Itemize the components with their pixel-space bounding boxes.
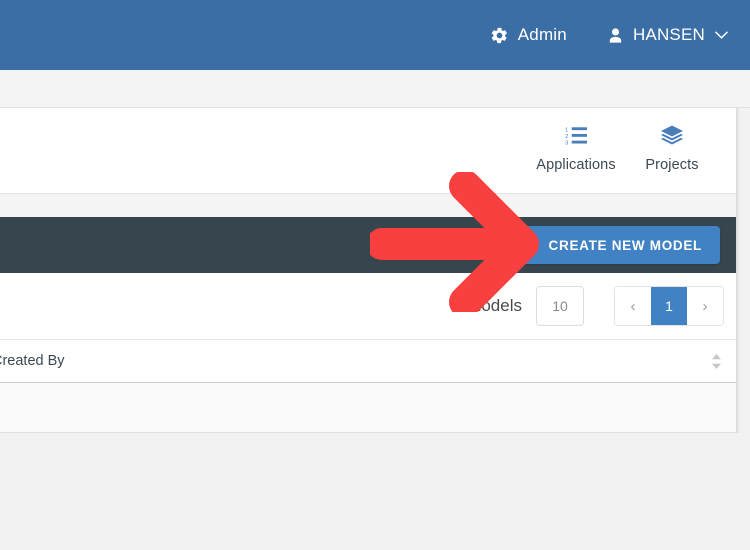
create-new-model-button[interactable]: + CREATE NEW MODEL: [509, 226, 720, 264]
svg-text:1: 1: [565, 127, 568, 133]
svg-text:3: 3: [565, 140, 569, 145]
model-count-label: 0 models: [453, 296, 522, 315]
create-new-model-label: CREATE NEW MODEL: [548, 237, 702, 253]
plus-icon: +: [524, 232, 538, 256]
user-name-label: HANSEN: [632, 25, 705, 44]
page-size-value: 10: [552, 298, 568, 314]
pagination-page-1-label: 1: [665, 298, 673, 314]
action-toolbar: + CREATE NEW MODEL: [0, 217, 736, 273]
pagination-next-label: ›: [702, 297, 708, 315]
card-right-edge: [736, 108, 740, 433]
user-icon: [607, 26, 624, 45]
user-menu-item[interactable]: HANSEN: [607, 25, 728, 45]
pagination: ‹ 1 ›: [614, 286, 724, 326]
pagination-next-button[interactable]: ›: [687, 287, 723, 325]
pagination-prev-button[interactable]: ‹: [615, 287, 651, 325]
nav-item-projects[interactable]: Projects: [624, 122, 720, 173]
listing-controls-row: 0 models 10 ‹ 1 ›: [0, 273, 736, 339]
nav-label-projects: Projects: [645, 157, 699, 173]
gear-icon: [490, 26, 509, 45]
nav-label-applications: Applications: [536, 157, 616, 173]
nav-item-applications[interactable]: 1 2 3 Applications: [528, 122, 624, 173]
pagination-prev-label: ‹: [630, 297, 636, 315]
admin-menu-item[interactable]: Admin: [490, 25, 567, 45]
column-header-created-by[interactable]: Created By: [0, 353, 65, 369]
svg-text:2: 2: [565, 133, 568, 139]
section-divider-strip: [0, 193, 736, 217]
chevron-down-icon: [715, 25, 728, 45]
table-header-row: Created By: [0, 339, 736, 383]
layers-icon: [660, 122, 684, 148]
ordered-list-icon: 1 2 3: [565, 122, 588, 148]
breadcrumb-strip: [0, 70, 750, 108]
module-nav-icons: 1 2 3 Applications Projects: [528, 122, 720, 173]
page-size-select[interactable]: 10: [536, 286, 584, 326]
table-body-empty: [0, 383, 736, 433]
pagination-page-1-button[interactable]: 1: [651, 287, 687, 325]
top-navbar: Admin HANSEN: [0, 0, 750, 70]
app-root: Admin HANSEN 1 2 3 Applications Projects…: [0, 0, 750, 550]
sort-icon[interactable]: [711, 353, 722, 370]
module-nav-section: 1 2 3 Applications Projects: [0, 108, 736, 193]
admin-label: Admin: [517, 25, 567, 44]
